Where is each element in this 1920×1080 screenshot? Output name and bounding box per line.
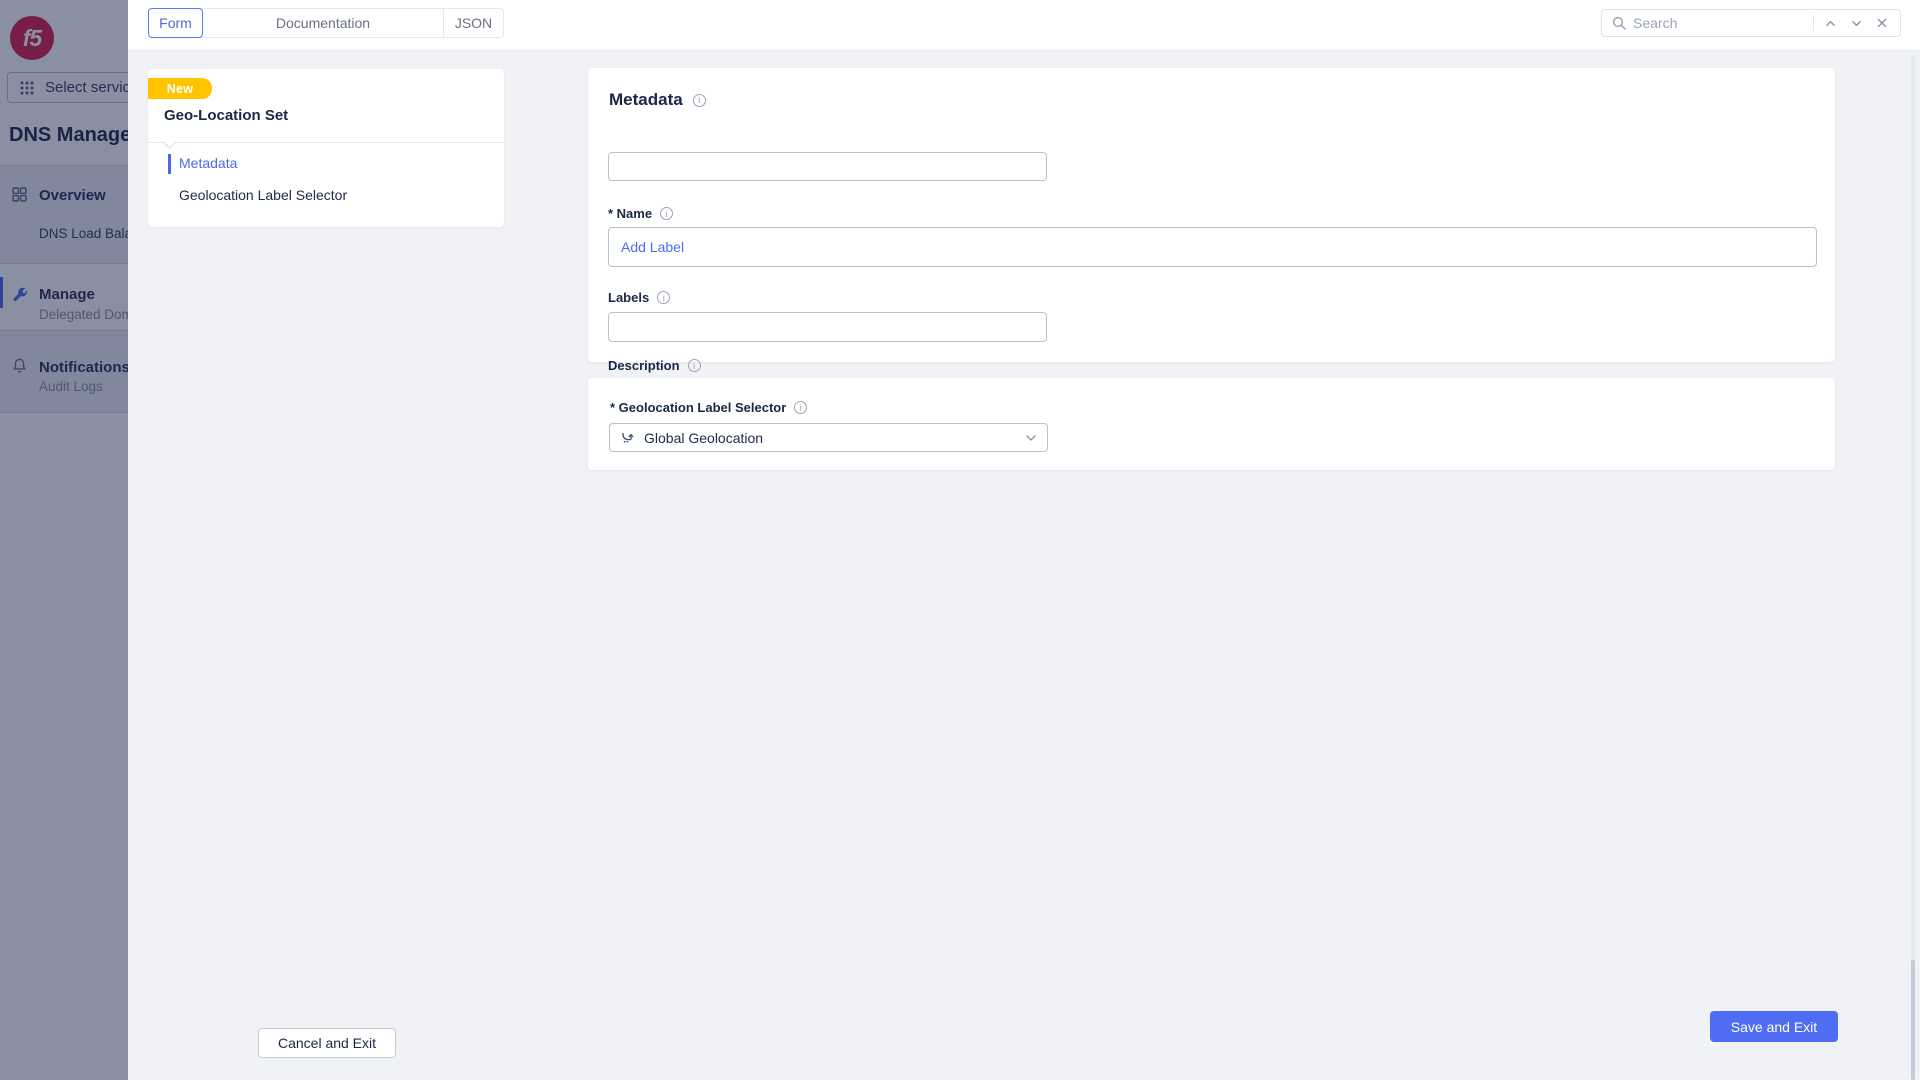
wizard-nav-card: New Geo-Location Set Metadata Geolocatio… xyxy=(148,69,504,227)
scrollbar-thumb[interactable] xyxy=(1911,960,1915,1080)
chevron-up-icon xyxy=(1824,17,1837,30)
description-input[interactable] xyxy=(608,312,1047,342)
add-label-button[interactable]: Add Label xyxy=(621,239,684,255)
modal-topbar: Form Documentation JSON xyxy=(128,0,1920,51)
search-icon xyxy=(1611,15,1627,31)
divider xyxy=(1813,15,1814,31)
info-icon[interactable] xyxy=(660,207,673,220)
labels-input-box[interactable]: Add Label xyxy=(608,227,1817,267)
step-metadata[interactable]: Metadata xyxy=(179,155,237,171)
name-input[interactable] xyxy=(608,152,1047,181)
scrollbar-track[interactable] xyxy=(1911,55,1915,1075)
find-next-button[interactable] xyxy=(1846,13,1866,33)
close-icon xyxy=(1876,17,1888,29)
modal-overlay xyxy=(0,0,128,1080)
search-bar xyxy=(1601,9,1901,37)
clear-search-button[interactable] xyxy=(1872,13,1892,33)
labels-label: Labels xyxy=(608,290,649,305)
view-tabs: Form Documentation JSON xyxy=(148,8,504,38)
chevron-down-icon xyxy=(1850,17,1863,30)
chevron-down-icon xyxy=(1025,434,1037,442)
new-badge: New xyxy=(148,78,212,99)
selector-label: * Geolocation Label Selector xyxy=(610,400,786,415)
step-geolocation-label-selector[interactable]: Geolocation Label Selector xyxy=(179,187,347,203)
tab-form[interactable]: Form xyxy=(148,8,203,38)
object-type-title: Geo-Location Set xyxy=(164,107,288,124)
info-icon[interactable] xyxy=(657,291,670,304)
info-icon[interactable] xyxy=(794,401,807,414)
find-previous-button[interactable] xyxy=(1820,13,1840,33)
screen: f5 Select service DNS Management Overvie… xyxy=(0,0,1920,1080)
cancel-and-exit-button[interactable]: Cancel and Exit xyxy=(258,1028,396,1058)
selector-label-row: * Geolocation Label Selector xyxy=(610,400,807,415)
labels-label-row: Labels xyxy=(608,290,670,305)
tab-documentation[interactable]: Documentation xyxy=(203,9,443,37)
selected-value: Global Geolocation xyxy=(644,430,1016,446)
save-and-exit-button[interactable]: Save and Exit xyxy=(1710,1011,1838,1042)
info-icon[interactable] xyxy=(688,359,701,372)
metadata-heading: Metadata xyxy=(609,90,683,110)
metadata-section-card: Metadata * Name Labels Add Label Descrip… xyxy=(588,68,1835,362)
description-label: Description xyxy=(608,358,680,373)
active-step-indicator xyxy=(168,154,171,174)
name-label-row: * Name xyxy=(608,206,673,221)
geolocation-selector-dropdown[interactable]: Global Geolocation xyxy=(609,423,1048,452)
metadata-heading-row: Metadata xyxy=(609,90,706,110)
info-icon[interactable] xyxy=(693,94,706,107)
description-label-row: Description xyxy=(608,358,701,373)
search-input[interactable] xyxy=(1633,15,1807,31)
divider xyxy=(148,142,504,143)
name-label: * Name xyxy=(608,206,652,221)
geo-location-set-modal: Form Documentation JSON xyxy=(128,0,1920,1080)
sidebar: f5 Select service DNS Management Overvie… xyxy=(0,0,128,1080)
selector-section-card: * Geolocation Label Selector Global Geol… xyxy=(588,378,1835,470)
tab-json[interactable]: JSON xyxy=(443,9,503,37)
selector-icon xyxy=(620,430,635,445)
caret-notch xyxy=(163,136,176,149)
